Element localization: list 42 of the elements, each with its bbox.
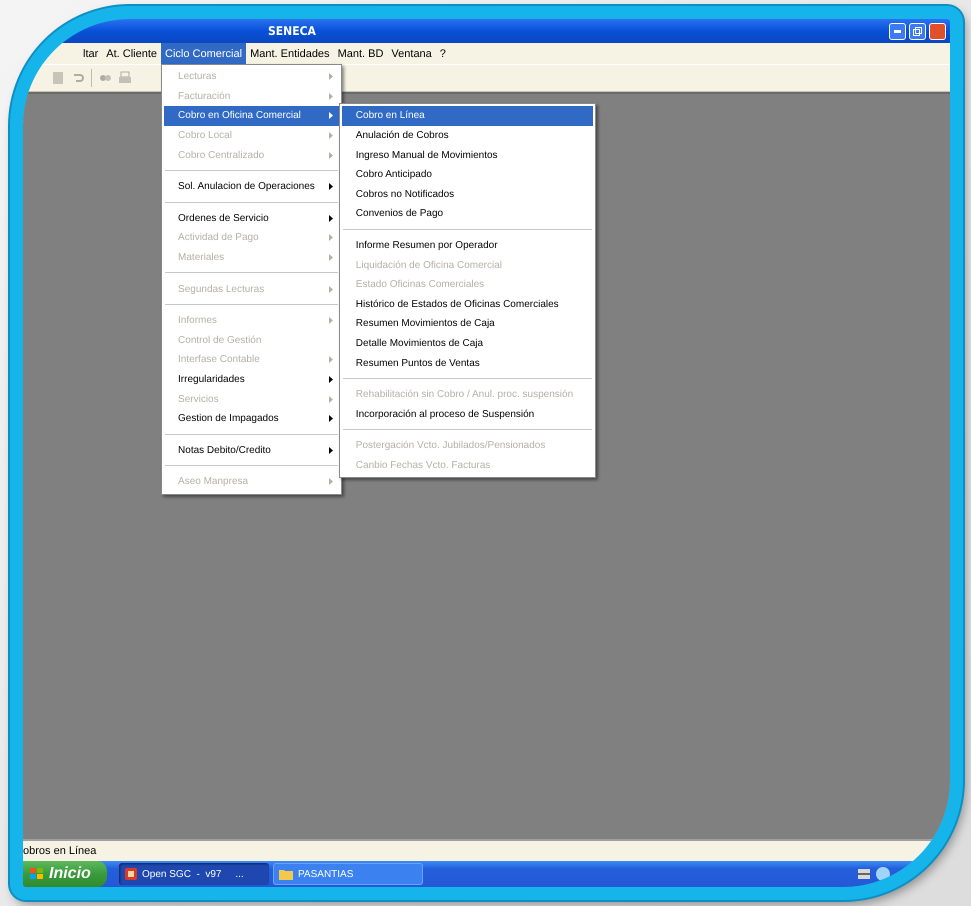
menu-item[interactable]: Convenios de Pago bbox=[342, 204, 594, 224]
menu-item[interactable]: Notas Debito/Credito bbox=[164, 440, 339, 460]
menu-item[interactable]: Histórico de Estados de Oficinas Comerciales bbox=[342, 294, 594, 314]
menu-item[interactable]: Informe Resumen por Operador bbox=[342, 236, 594, 256]
tray-icon[interactable] bbox=[876, 867, 890, 881]
menu-title[interactable]: ltar bbox=[79, 43, 102, 64]
menu-item[interactable]: Incorporación al proceso de Suspensión bbox=[342, 404, 594, 424]
menu-item[interactable]: Ordenes de Servicio bbox=[164, 208, 339, 228]
menu-item[interactable]: Sol. Anulacion de Operaciones bbox=[164, 176, 339, 197]
menu-title[interactable]: Mant. BD bbox=[334, 43, 388, 64]
menu-item[interactable]: Gestion de Impagados bbox=[164, 408, 339, 428]
windows-logo-icon bbox=[29, 867, 45, 881]
menu-title[interactable]: At. Cliente bbox=[102, 43, 162, 64]
start-button[interactable]: Inicio bbox=[23, 861, 107, 887]
printer-icon[interactable] bbox=[118, 71, 132, 85]
minimize-icon bbox=[894, 30, 901, 32]
menu-title[interactable]: Ventana bbox=[387, 43, 436, 64]
menu-item[interactable]: Ingreso Manual de Movimientos bbox=[342, 145, 594, 165]
menu-item[interactable]: Cobro Anticipado bbox=[342, 164, 594, 185]
menu-item[interactable]: Detalle Movimientos de Caja bbox=[342, 334, 594, 354]
taskbar-button[interactable]: Open SGC - v97 ... bbox=[119, 863, 269, 885]
menu-item[interactable]: Cobro en Oficina Comercial bbox=[164, 106, 339, 126]
menu-title[interactable]: Mant. Entidades bbox=[246, 43, 334, 64]
menu-title[interactable]: Ciclo Comercial bbox=[161, 43, 246, 64]
menu-item[interactable]: Resumen Movimientos de Caja bbox=[342, 314, 594, 334]
restore-button[interactable] bbox=[909, 22, 926, 40]
menu-item[interactable]: Resumen Puntos de Ventas bbox=[342, 353, 594, 373]
menu-item[interactable]: Cobros no Notificados bbox=[342, 184, 594, 204]
tray-icon[interactable] bbox=[858, 869, 870, 879]
close-button[interactable] bbox=[929, 22, 946, 40]
menu-item[interactable]: Cobro en Línea bbox=[342, 106, 594, 126]
minimize-button[interactable] bbox=[889, 22, 906, 40]
app-icon bbox=[125, 868, 137, 880]
status-text: obros en Línea bbox=[23, 845, 96, 857]
menu-title[interactable]: ? bbox=[436, 43, 450, 64]
restore-icon bbox=[913, 26, 922, 36]
taskbar-button[interactable]: PASANTIAS bbox=[273, 863, 423, 885]
menu-item[interactable]: Irregularidades bbox=[164, 370, 339, 390]
window-title: SENECA bbox=[268, 24, 317, 38]
undo-icon[interactable] bbox=[71, 71, 85, 85]
menu-item[interactable]: Anulación de Cobros bbox=[342, 126, 594, 146]
folder-icon bbox=[279, 868, 293, 880]
